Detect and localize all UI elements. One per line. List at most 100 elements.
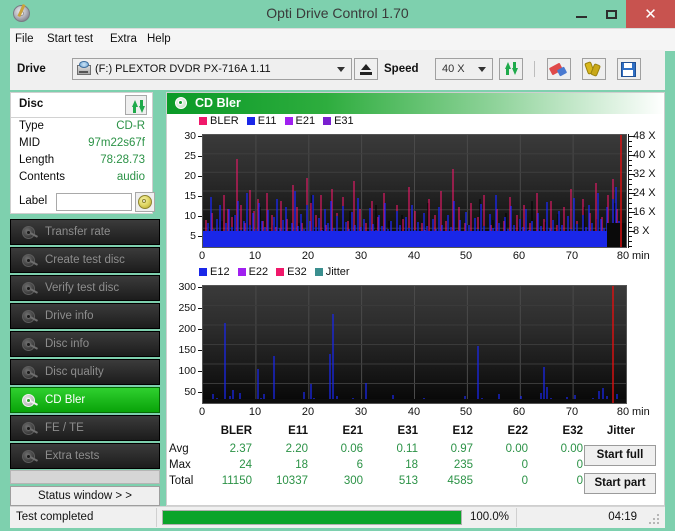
chart-bottom-ytick: 100 [178,365,196,377]
start-full-button[interactable]: Start full [584,445,656,466]
menu-item-start-test[interactable]: Start test [47,33,93,45]
disc-row-length: Length 78:28.73 [11,154,152,171]
stats-cell: 10337 [276,475,308,487]
stats-cell: 6 [356,459,363,471]
refresh-button[interactable] [499,58,523,80]
stats-cell: 0 [576,459,583,471]
chart-cd-bler-top: BLER E11 E21 E31 30 25 20 15 10 5 48 X 4… [167,114,664,262]
chart-top-plot-area [202,134,627,248]
disc-row-value: audio [116,171,145,183]
disc-icon [174,96,189,111]
disc-test-icon [21,337,39,353]
chart-bottom-ytick: 200 [178,323,196,335]
sidebar-item-extra-tests[interactable]: Extra tests [10,443,160,469]
stats-cell: 4585 [447,475,473,487]
chart-bottom-ytick: 300 [178,281,196,293]
stats-cell: 0 [521,475,528,487]
chart-top-right-tick: 40 X [633,149,656,161]
disc-row-key: Type [19,120,44,132]
sidebar-item-create-test-disc[interactable]: Create test disc [10,247,160,273]
progress-percent: 100.0% [470,511,510,523]
stats-cell: 18 [295,459,308,471]
chevron-down-icon [478,67,486,72]
sidebar-item-drive-info[interactable]: Drive info [10,303,160,329]
chart-top-xtick: 20 [301,250,315,262]
chart-top-xtick: 50 [459,250,473,262]
disc-row-key: MID [19,137,41,149]
erase-button[interactable] [547,58,571,80]
chart-cd-bler-bottom: E12 E22 E32 Jitter 300 250 200 150 100 50 [167,266,664,418]
sidebar-item-label: Extra tests [45,450,100,462]
disc-row-key: Contents [19,171,66,183]
stats-cell: 0.00 [505,443,528,455]
sidebar-item-label: Disc info [45,338,90,350]
save-button[interactable] [617,58,641,80]
drive-select[interactable]: (F:) PLEXTOR DVDR PX-716A 1.11 [72,58,352,80]
disc-row-value: CD-R [116,120,145,132]
sidebar-item-transfer-rate[interactable]: Transfer rate [10,219,160,245]
stats-col-header: E31 [397,425,418,437]
sidebar-item-fe-te[interactable]: FE / TE [10,415,160,441]
chart-top-xtick: 40 [407,250,421,262]
sidebar-item-disc-info[interactable]: Disc info [10,331,160,357]
maximize-icon [606,10,617,19]
chart-bottom-xaxis-unit: min [632,406,650,418]
stats-col-header: E21 [342,425,363,437]
sidebar-item-label: Disc quality [45,366,104,378]
chart-top-right-tick: 16 X [633,206,656,218]
chart-top-legend: BLER E11 E21 E31 [199,115,362,127]
disc-cd-button[interactable] [135,192,155,212]
stats-cell: 0.06 [340,443,363,455]
disc-row-value: 78:28.73 [100,154,145,166]
chart-bottom-xtick: 80 [616,406,630,418]
speed-select[interactable]: 40 X [435,58,493,80]
tools-button[interactable] [582,58,606,80]
resize-grip[interactable] [649,514,660,525]
stats-col-header: E11 [288,425,308,437]
disc-label-input[interactable] [56,193,132,211]
minimize-button[interactable] [566,0,596,28]
disc-row-type: Type CD-R [11,120,152,137]
disc-label-caption: Label [19,195,48,207]
close-button[interactable]: ✕ [626,0,675,28]
maximize-button[interactable] [596,0,626,28]
sidebar-item-label: Create test disc [45,254,125,266]
chart-top-xtick: 80 [616,250,630,262]
sidebar-item-disc-quality[interactable]: Disc quality [10,359,160,385]
stats-cell: 2.37 [229,443,252,455]
legend-swatch-e11 [246,117,255,125]
sidebar-item-verify-test-disc[interactable]: Verify test disc [10,275,160,301]
stats-cell: 24 [239,459,252,471]
progress-bar-fill [163,511,461,524]
elapsed-time: 04:19 [608,511,637,523]
disc-row-mid: MID 97m22s67f [11,137,152,154]
eject-button[interactable] [354,58,378,80]
drive-icon [76,61,92,77]
menu-item-help[interactable]: Help [147,33,171,45]
disc-label-row: Label [11,191,155,213]
menu-item-extra[interactable]: Extra [110,33,137,45]
chart-top-ytick: 5 [190,230,196,242]
chart-top-xtick: 30 [354,250,368,262]
chart-bottom-canvas [203,286,626,403]
chart-bottom-ytick: 50 [184,386,196,398]
menu-item-file[interactable]: File [15,33,34,45]
sidebar-item-label: FE / TE [45,422,84,434]
chart-bottom-xtick: 70 [565,406,579,418]
disc-test-icon [21,281,39,297]
chart-top-xtick: 0 [198,250,206,262]
disc-refresh-button[interactable] [125,95,147,115]
legend-swatch-e22 [237,268,246,276]
status-window-button[interactable]: Status window > > [10,486,160,506]
stats-cell: 18 [405,459,418,471]
chart-top-ytick: 20 [184,170,196,182]
chart-top-xtick: 10 [248,250,262,262]
chart-bottom-ytick: 150 [178,344,196,356]
start-part-button[interactable]: Start part [584,473,656,494]
disc-test-icon [21,365,39,381]
disc-test-icon [21,421,39,437]
disc-test-icon [21,309,39,325]
chart-bottom-xtick: 50 [459,406,473,418]
sidebar-item-cd-bler[interactable]: CD Bler [10,387,160,413]
sidebar-item-label: CD Bler [45,394,86,406]
